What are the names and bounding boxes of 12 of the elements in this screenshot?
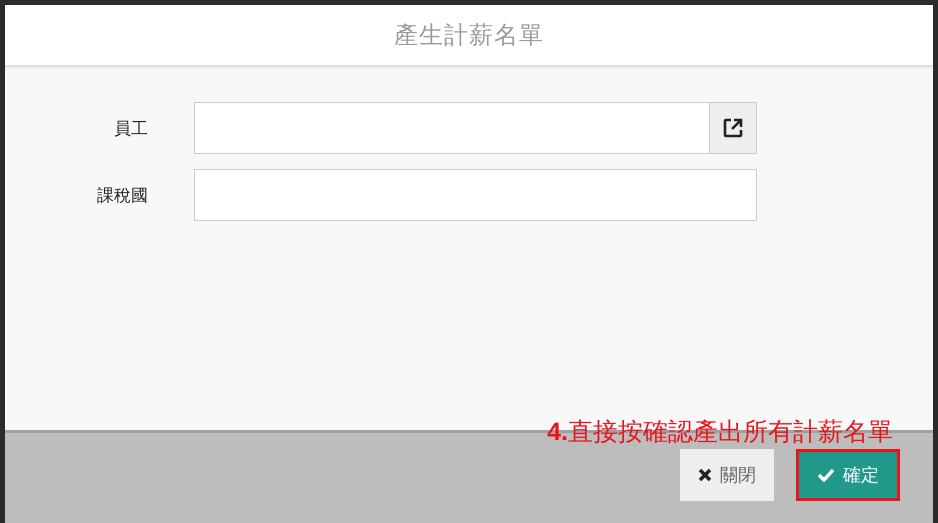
confirm-button[interactable]: 確定 bbox=[796, 449, 900, 501]
external-link-icon bbox=[722, 117, 744, 139]
dialog-title: 產生計薪名單 bbox=[394, 20, 544, 51]
input-field[interactable] bbox=[194, 169, 757, 221]
close-icon bbox=[698, 468, 712, 482]
check-icon bbox=[817, 468, 835, 482]
input-field[interactable] bbox=[194, 102, 757, 154]
annotation-note: 4.直接按確認產出所有計薪名單 bbox=[547, 417, 893, 448]
field-label: 員工 bbox=[113, 118, 148, 140]
open-lookup-button[interactable] bbox=[709, 103, 756, 153]
field-label: 課稅國 bbox=[96, 184, 148, 206]
close-button[interactable]: 關閉 bbox=[680, 449, 774, 501]
